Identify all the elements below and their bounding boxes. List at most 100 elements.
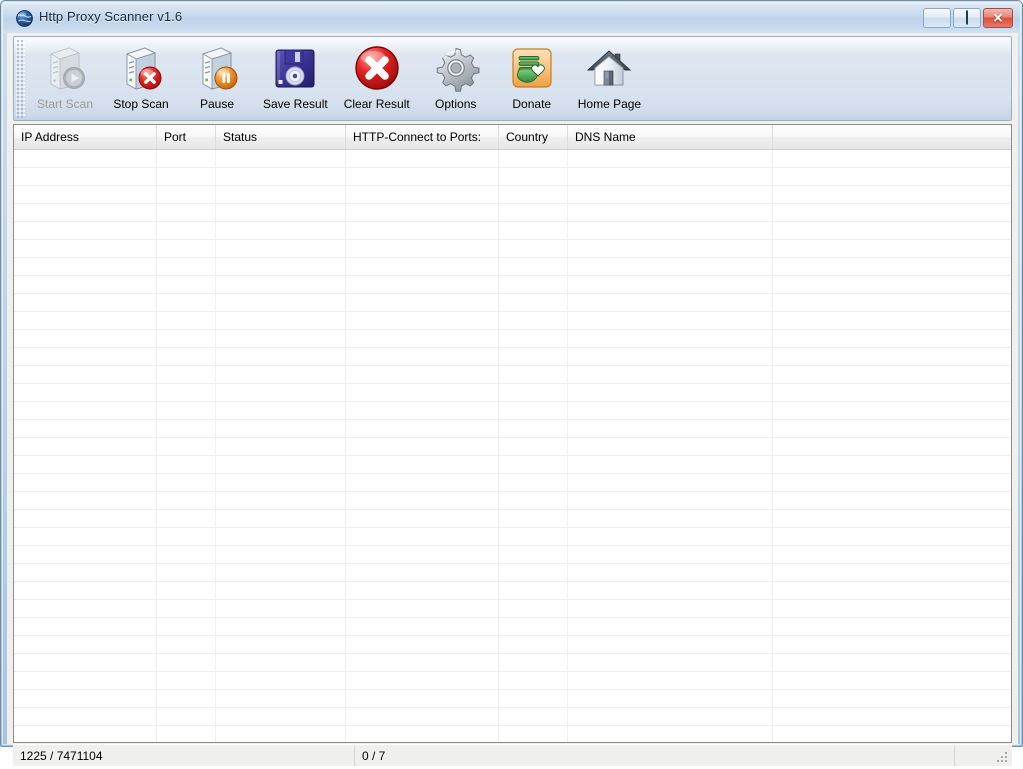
table-row[interactable] bbox=[14, 690, 1011, 708]
table-row[interactable] bbox=[14, 438, 1011, 456]
table-cell bbox=[346, 510, 499, 527]
donate-button[interactable]: Donate bbox=[494, 40, 570, 116]
table-cell bbox=[216, 222, 346, 239]
table-cell bbox=[14, 690, 157, 707]
table-cell bbox=[773, 384, 1011, 401]
save-result-button[interactable]: Save Result bbox=[255, 40, 336, 116]
table-row[interactable] bbox=[14, 186, 1011, 204]
table-row[interactable] bbox=[14, 600, 1011, 618]
table-cell bbox=[157, 708, 216, 725]
table-row[interactable] bbox=[14, 366, 1011, 384]
table-cell bbox=[568, 528, 773, 545]
start-scan-button[interactable]: Start Scan bbox=[27, 40, 103, 116]
table-cell bbox=[499, 258, 568, 275]
table-row[interactable] bbox=[14, 240, 1011, 258]
table-cell bbox=[157, 258, 216, 275]
table-cell bbox=[499, 564, 568, 581]
table-row[interactable] bbox=[14, 726, 1011, 742]
results-list[interactable]: IP Address Port Status HTTP-Connect to P… bbox=[13, 124, 1012, 743]
clear-result-button[interactable]: Clear Result bbox=[336, 40, 418, 116]
table-row[interactable] bbox=[14, 654, 1011, 672]
table-row[interactable] bbox=[14, 420, 1011, 438]
table-row[interactable] bbox=[14, 582, 1011, 600]
table-row[interactable] bbox=[14, 276, 1011, 294]
table-row[interactable] bbox=[14, 384, 1011, 402]
column-header-spacer[interactable] bbox=[773, 125, 1011, 149]
table-row[interactable] bbox=[14, 456, 1011, 474]
table-cell bbox=[14, 348, 157, 365]
table-cell bbox=[499, 708, 568, 725]
table-cell bbox=[773, 672, 1011, 689]
table-row[interactable] bbox=[14, 672, 1011, 690]
stop-scan-button[interactable]: Stop Scan bbox=[103, 40, 179, 116]
table-row[interactable] bbox=[14, 528, 1011, 546]
table-cell bbox=[346, 618, 499, 635]
table-row[interactable] bbox=[14, 510, 1011, 528]
table-cell bbox=[14, 366, 157, 383]
globe-icon bbox=[16, 10, 33, 27]
column-header-status[interactable]: Status bbox=[216, 125, 346, 149]
table-cell bbox=[568, 564, 773, 581]
table-row[interactable] bbox=[14, 636, 1011, 654]
table-cell bbox=[157, 456, 216, 473]
table-cell bbox=[568, 726, 773, 742]
toolbar-drag-grip[interactable] bbox=[16, 39, 25, 118]
options-button[interactable]: Options bbox=[418, 40, 494, 116]
table-cell bbox=[568, 672, 773, 689]
table-row[interactable] bbox=[14, 546, 1011, 564]
table-cell bbox=[773, 708, 1011, 725]
table-cell bbox=[568, 240, 773, 257]
table-cell bbox=[14, 168, 157, 185]
table-cell bbox=[346, 708, 499, 725]
table-cell bbox=[216, 528, 346, 545]
table-cell bbox=[157, 636, 216, 653]
table-row[interactable] bbox=[14, 474, 1011, 492]
table-cell bbox=[14, 438, 157, 455]
table-row[interactable] bbox=[14, 168, 1011, 186]
pause-button[interactable]: Pause bbox=[179, 40, 255, 116]
table-row[interactable] bbox=[14, 222, 1011, 240]
table-row[interactable] bbox=[14, 330, 1011, 348]
results-header-row: IP Address Port Status HTTP-Connect to P… bbox=[14, 125, 1011, 150]
table-cell bbox=[499, 474, 568, 491]
home-page-button[interactable]: Home Page bbox=[570, 40, 649, 116]
table-row[interactable] bbox=[14, 708, 1011, 726]
resize-grip-icon[interactable] bbox=[996, 751, 1009, 764]
table-row[interactable] bbox=[14, 492, 1011, 510]
table-cell bbox=[568, 438, 773, 455]
column-header-dns-name[interactable]: DNS Name bbox=[568, 125, 773, 149]
table-cell bbox=[14, 636, 157, 653]
table-row[interactable] bbox=[14, 564, 1011, 582]
table-row[interactable] bbox=[14, 258, 1011, 276]
minimize-button[interactable] bbox=[923, 8, 951, 28]
table-cell bbox=[568, 276, 773, 293]
table-cell bbox=[216, 420, 346, 437]
table-cell bbox=[157, 492, 216, 509]
table-cell bbox=[773, 456, 1011, 473]
table-row[interactable] bbox=[14, 402, 1011, 420]
table-cell bbox=[14, 672, 157, 689]
table-row[interactable] bbox=[14, 204, 1011, 222]
table-row[interactable] bbox=[14, 618, 1011, 636]
table-row[interactable] bbox=[14, 312, 1011, 330]
column-header-http-connect-ports[interactable]: HTTP-Connect to Ports: bbox=[346, 125, 499, 149]
table-cell bbox=[773, 150, 1011, 167]
results-body[interactable] bbox=[14, 150, 1011, 742]
table-row[interactable] bbox=[14, 348, 1011, 366]
table-cell bbox=[568, 546, 773, 563]
table-cell bbox=[499, 582, 568, 599]
column-header-port[interactable]: Port bbox=[157, 125, 216, 149]
column-header-ip-address[interactable]: IP Address bbox=[14, 125, 157, 149]
table-cell bbox=[499, 618, 568, 635]
table-cell bbox=[568, 582, 773, 599]
table-cell bbox=[568, 294, 773, 311]
table-row[interactable] bbox=[14, 150, 1011, 168]
table-cell bbox=[216, 168, 346, 185]
close-button[interactable]: ✕ bbox=[983, 8, 1013, 28]
maximize-button[interactable] bbox=[953, 8, 981, 28]
table-cell bbox=[773, 366, 1011, 383]
title-bar[interactable]: Http Proxy Scanner v1.6 ✕ bbox=[3, 3, 1020, 33]
table-cell bbox=[773, 726, 1011, 742]
table-row[interactable] bbox=[14, 294, 1011, 312]
column-header-country[interactable]: Country bbox=[499, 125, 568, 149]
